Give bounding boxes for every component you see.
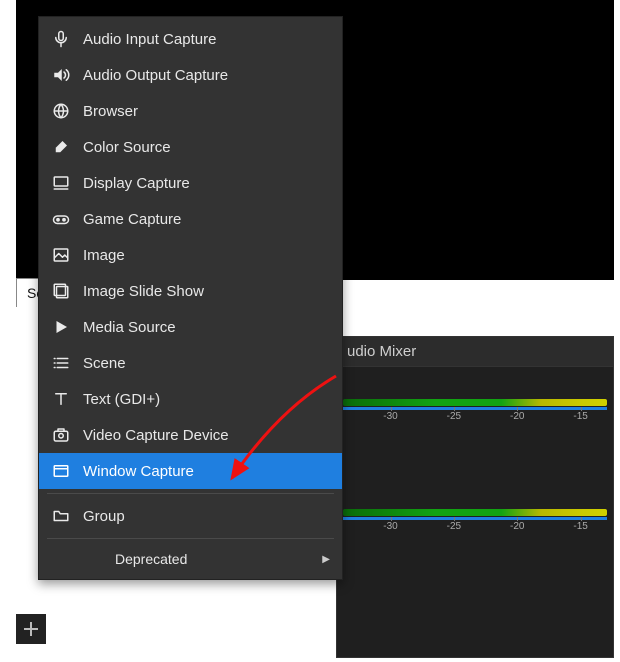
menu-item-image-slide-show[interactable]: Image Slide Show [39, 273, 342, 309]
menu-item-label: Audio Input Capture [83, 31, 216, 48]
blank-icon [83, 549, 103, 569]
audio-mixer-panel: udio Mixer -30 -25 -20 -15 -30 -25 -20 -… [336, 336, 614, 658]
play-icon [51, 317, 71, 337]
menu-item-display-capture[interactable]: Display Capture [39, 165, 342, 201]
menu-item-image[interactable]: Image [39, 237, 342, 273]
menu-item-audio-input-capture[interactable]: Audio Input Capture [39, 21, 342, 57]
menu-item-label: Media Source [83, 319, 176, 336]
tick-label: -15 [566, 521, 596, 532]
tick-label: -15 [566, 411, 596, 422]
tick-label: -30 [376, 411, 406, 422]
folder-icon [51, 506, 71, 526]
menu-item-game-capture[interactable]: Game Capture [39, 201, 342, 237]
menu-item-label: Audio Output Capture [83, 67, 228, 84]
menu-item-label: Scene [83, 355, 126, 372]
menu-item-audio-output-capture[interactable]: Audio Output Capture [39, 57, 342, 93]
menu-item-text-gdi[interactable]: Text (GDI+) [39, 381, 342, 417]
monitor-icon [51, 173, 71, 193]
menu-item-browser[interactable]: Browser [39, 93, 342, 129]
gamepad-icon [51, 209, 71, 229]
menu-item-label: Group [83, 508, 125, 525]
meter-baseline [343, 517, 607, 520]
menu-item-label: Image [83, 247, 125, 264]
meter-bar [343, 509, 607, 516]
brush-icon [51, 137, 71, 157]
chevron-right-icon: ▶ [322, 554, 330, 565]
window-icon [51, 461, 71, 481]
audio-mixer-title: udio Mixer [337, 337, 613, 367]
plus-icon [23, 621, 39, 637]
meter-bar [343, 399, 607, 406]
tick-label: -25 [439, 521, 469, 532]
camera-icon [51, 425, 71, 445]
menu-separator [47, 493, 334, 494]
add-source-button[interactable] [16, 614, 46, 644]
meter-track-1: -30 -25 -20 -15 [343, 377, 607, 441]
meter-track-2: -30 -25 -20 -15 [343, 487, 607, 551]
menu-item-label: Text (GDI+) [83, 391, 160, 408]
menu-item-video-capture-device[interactable]: Video Capture Device [39, 417, 342, 453]
image-icon [51, 245, 71, 265]
text-icon [51, 389, 71, 409]
menu-item-media-source[interactable]: Media Source [39, 309, 342, 345]
menu-item-color-source[interactable]: Color Source [39, 129, 342, 165]
list-icon [51, 353, 71, 373]
menu-item-label: Display Capture [83, 175, 190, 192]
speaker-icon [51, 65, 71, 85]
tick-label: -25 [439, 411, 469, 422]
menu-separator [47, 538, 334, 539]
menu-item-window-capture[interactable]: Window Capture [39, 453, 342, 489]
menu-item-label: Browser [83, 103, 138, 120]
tick-label: -30 [376, 521, 406, 532]
meter-baseline [343, 407, 607, 410]
slideshow-icon [51, 281, 71, 301]
menu-item-label: Video Capture Device [83, 427, 229, 444]
meter-ticks: -30 -25 -20 -15 [343, 521, 607, 543]
meter-ticks: -30 -25 -20 -15 [343, 411, 607, 433]
menu-item-label: Window Capture [83, 463, 194, 480]
tick-label: -20 [502, 411, 532, 422]
add-source-context-menu[interactable]: Audio Input Capture Audio Output Capture B… [38, 16, 343, 580]
menu-item-label: Deprecated [115, 551, 187, 567]
globe-icon [51, 101, 71, 121]
menu-item-group[interactable]: Group [39, 498, 342, 534]
menu-item-label: Game Capture [83, 211, 181, 228]
menu-item-deprecated[interactable]: Deprecated ▶ [39, 543, 342, 575]
menu-item-scene[interactable]: Scene [39, 345, 342, 381]
menu-item-label: Color Source [83, 139, 171, 156]
tick-label: -20 [502, 521, 532, 532]
mic-icon [51, 29, 71, 49]
menu-item-label: Image Slide Show [83, 283, 204, 300]
